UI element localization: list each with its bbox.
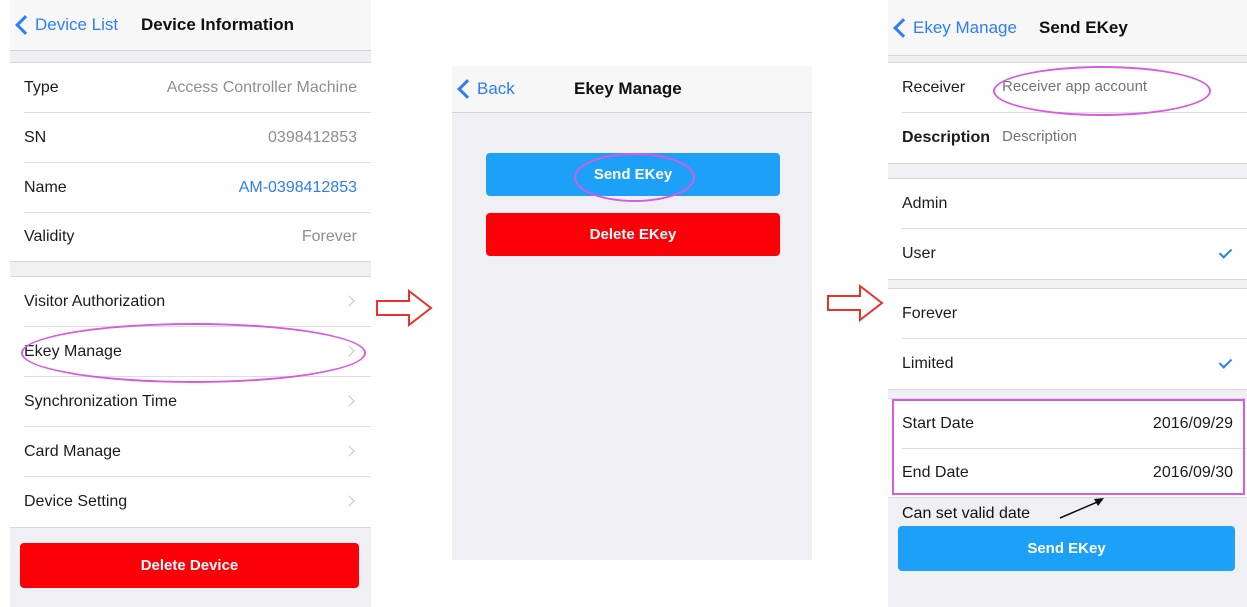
validity-option-limited[interactable]: Limited [888, 339, 1247, 389]
option-label: Admin [902, 195, 948, 212]
menu-item-label: Card Manage [24, 443, 121, 460]
annotation-arrow-icon [1059, 498, 1104, 519]
arrow-right-icon [376, 288, 433, 328]
description-row: Description [888, 113, 1247, 163]
back-button[interactable]: Back [457, 79, 515, 99]
menu-item-synchronization-time[interactable]: Synchronization Time [10, 377, 371, 427]
navbar: Ekey Manage Send EKey [888, 0, 1247, 56]
checkmark-icon [1218, 245, 1233, 259]
arrow-right-icon [827, 283, 884, 323]
highlight-circle [574, 153, 695, 202]
navbar: Back Ekey Manage [452, 66, 812, 113]
chevron-right-icon [343, 445, 355, 457]
checkmark-icon [1218, 355, 1233, 369]
menu-item-visitor-authorization[interactable]: Visitor Authorization [10, 277, 371, 327]
device-information-screen: Device List Device Information Type Acce… [10, 0, 371, 607]
menu-item-label: Visitor Authorization [24, 293, 166, 310]
option-label: Limited [902, 355, 954, 372]
role-option-user[interactable]: User [888, 229, 1247, 279]
annotation-text: Can set valid date [902, 505, 1031, 522]
role-group: Admin User [888, 178, 1247, 280]
back-label: Device List [35, 15, 119, 34]
menu-item-device-setting[interactable]: Device Setting [10, 477, 371, 527]
page-title: Ekey Manage [574, 79, 682, 98]
chevron-right-icon [343, 395, 355, 407]
chevron-right-icon [343, 295, 355, 307]
back-button[interactable]: Device List [15, 15, 119, 35]
back-label: Ekey Manage [913, 18, 1017, 37]
info-label: Name [24, 179, 67, 196]
info-row-sn: SN 0398412853 [10, 113, 371, 163]
send-ekey-screen: Ekey Manage Send EKey Receiver Descripti… [888, 0, 1247, 607]
ekey-manage-screen: Back Ekey Manage Send EKey Delete EKey [452, 66, 812, 560]
chevron-right-icon [343, 495, 355, 507]
info-label: Validity [24, 228, 75, 245]
menu-group: Visitor Authorization Ekey Manage Synchr… [10, 276, 371, 528]
info-label: Type [24, 79, 59, 96]
menu-item-label: Device Setting [24, 493, 128, 510]
back-button[interactable]: Ekey Manage [893, 18, 1017, 38]
info-value: Access Controller Machine [166, 79, 357, 96]
option-label: User [902, 245, 936, 262]
info-value: Forever [301, 228, 357, 245]
chevron-left-icon [893, 18, 913, 38]
back-label: Back [477, 79, 515, 98]
highlight-box [892, 399, 1245, 495]
page-title: Device Information [141, 15, 295, 34]
info-row-name[interactable]: Name AM-0398412853 [10, 163, 371, 213]
highlight-circle [21, 323, 366, 383]
info-value: 0398412853 [268, 129, 357, 146]
info-group: Type Access Controller Machine SN 039841… [10, 62, 371, 262]
delete-ekey-button[interactable]: Delete EKey [486, 213, 780, 256]
send-ekey-button[interactable]: Send EKey [898, 526, 1235, 571]
option-label: Forever [902, 305, 958, 322]
chevron-left-icon [457, 79, 477, 99]
menu-item-card-manage[interactable]: Card Manage [10, 427, 371, 477]
device-name-value[interactable]: AM-0398412853 [239, 179, 357, 197]
page-title: Send EKey [1039, 18, 1128, 37]
info-row-validity: Validity Forever [10, 213, 371, 261]
description-input[interactable] [1000, 127, 1204, 146]
info-row-type: Type Access Controller Machine [10, 63, 371, 113]
validity-option-forever[interactable]: Forever [888, 289, 1247, 339]
menu-item-label: Synchronization Time [24, 393, 177, 410]
highlight-circle [993, 66, 1211, 116]
receiver-label: Receiver [902, 79, 966, 96]
role-option-admin[interactable]: Admin [888, 179, 1247, 229]
chevron-left-icon [15, 15, 35, 35]
navbar: Device List Device Information [10, 0, 371, 51]
description-label: Description [902, 129, 991, 146]
delete-device-button[interactable]: Delete Device [20, 543, 359, 588]
info-label: SN [24, 129, 47, 146]
validity-group: Forever Limited [888, 288, 1247, 390]
